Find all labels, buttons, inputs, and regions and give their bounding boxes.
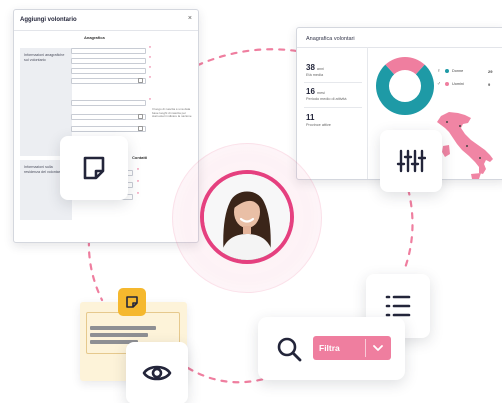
required-marker: * [149, 56, 151, 62]
form-divider [14, 30, 198, 31]
dashboard-column-divider [367, 47, 368, 179]
required-marker: * [149, 66, 151, 72]
volunteer-avatar [200, 170, 294, 264]
filter-button[interactable]: Filtra [313, 336, 391, 360]
last-name-field[interactable] [71, 58, 146, 64]
fiscal-code-field[interactable] [71, 68, 146, 74]
side-label-personal-info: Informazioni anagrafiche sul volontario [24, 53, 65, 62]
first-name-field[interactable] [71, 48, 146, 54]
legend-swatch-women [445, 69, 449, 73]
list-icon [385, 295, 411, 317]
stat-label: Province attive [306, 123, 331, 127]
close-icon[interactable]: × [188, 15, 192, 22]
person-portrait [204, 174, 290, 260]
sliders-icon [396, 149, 426, 173]
note-badge-icon [126, 296, 138, 308]
required-marker: * [149, 98, 151, 104]
form-title: Aggiungi volontario [20, 17, 77, 23]
stat-label: Periodo medio di attività [306, 97, 347, 101]
stat-label: Età media [306, 73, 324, 77]
note-icon [83, 156, 105, 180]
stat-divider [304, 82, 362, 83]
required-marker: * [149, 46, 151, 52]
calendar-icon[interactable] [138, 78, 143, 83]
search-icon[interactable] [276, 336, 302, 362]
birth-date-field[interactable] [71, 78, 146, 84]
note-icon-card[interactable] [60, 136, 128, 200]
stat-value: 16 [306, 87, 315, 96]
sliders-icon-card[interactable] [380, 130, 442, 192]
required-marker: * [137, 168, 139, 174]
stat-unit: mesi [316, 91, 325, 95]
note-badge [118, 288, 146, 316]
section-heading-personal-data: Anagrafica [84, 35, 105, 40]
add-volunteer-form-window: Aggiungi volontario × Anagrafica Informa… [13, 9, 199, 243]
filter-button-label: Filtra [319, 343, 340, 353]
stat-active-provinces: 11 Province attive [306, 113, 361, 127]
chevron-down-icon[interactable] [373, 344, 383, 352]
birth-place-field[interactable] [71, 100, 146, 106]
legend-row-women: ♀ Donne 29 [437, 68, 492, 74]
eye-icon-card[interactable] [126, 342, 188, 403]
dashboard-title: Anagrafica volontari [306, 36, 355, 42]
stat-unit: anni [316, 67, 325, 71]
stat-average-period: 16 mesi Periodo medio di attività [306, 87, 361, 101]
required-marker: * [137, 180, 139, 186]
required-marker: * [149, 76, 151, 82]
helper-text: Il luogo di nascita è una data base luog… [152, 107, 192, 119]
legend-label: Uomini [452, 82, 464, 86]
stat-value: 38 [306, 63, 315, 72]
filter-separator [365, 339, 366, 357]
legend-swatch-men [445, 82, 449, 86]
document-text-line [90, 326, 156, 330]
male-icon: ♂ [437, 81, 441, 87]
legend-value: 29 [488, 68, 493, 74]
search-filter-card: Filtra [258, 317, 405, 380]
stat-value: 11 [306, 113, 315, 122]
legend-value: 9 [488, 81, 491, 87]
document-text-line [90, 333, 148, 337]
eye-icon [142, 365, 172, 381]
calendar-icon[interactable] [138, 126, 143, 131]
calendar-icon[interactable] [138, 114, 143, 119]
section-heading-contacts: Contatti [132, 155, 148, 160]
dashboard-divider [297, 47, 502, 48]
donut-slice-donne [376, 64, 434, 115]
female-icon: ♀ [437, 68, 441, 74]
legend-row-men: ♂ Uomini 9 [437, 81, 490, 87]
stat-divider [304, 107, 362, 108]
legend-label: Donne [452, 69, 464, 73]
end-date-field[interactable] [71, 126, 146, 132]
stat-average-age: 38 anni Età media [306, 63, 361, 77]
start-date-field[interactable] [71, 114, 146, 120]
required-marker: * [137, 192, 139, 198]
